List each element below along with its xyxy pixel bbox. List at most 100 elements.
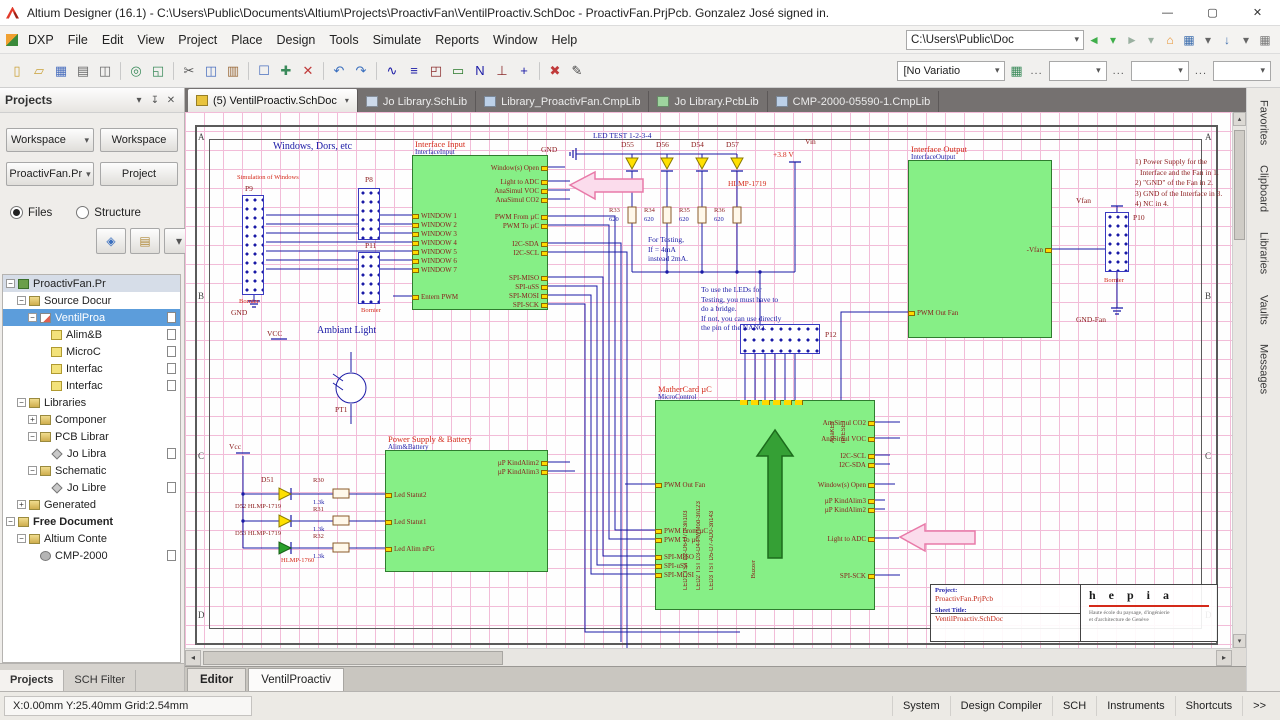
tree-item[interactable]: − VentilProa — [3, 309, 180, 326]
horizontal-scrollbar[interactable]: ◂ ▸ — [185, 648, 1232, 666]
part-value[interactable]: Bornier — [1104, 278, 1124, 285]
print-icon[interactable]: ▤ — [73, 61, 93, 81]
menu-item[interactable]: DXP — [21, 29, 61, 51]
toolbar-icon[interactable] — [248, 62, 249, 80]
scroll-right-icon[interactable]: ▸ — [1216, 650, 1232, 666]
sheet-entry[interactable]: WINDOW 4 — [412, 239, 457, 248]
scroll-up-icon[interactable]: ▴ — [1233, 112, 1246, 126]
menu-item[interactable]: File — [61, 29, 95, 51]
menu-item[interactable]: Tools — [322, 29, 365, 51]
designator[interactable]: R36 — [714, 208, 725, 215]
power-port-icon[interactable]: ⊥ — [492, 61, 512, 81]
tree-item[interactable]: MicroC — [3, 343, 180, 360]
designator[interactable]: P9 — [245, 185, 253, 193]
close-button[interactable]: ✕ — [1235, 0, 1280, 25]
sheet-symbol-interface-input[interactable]: Interface Input InterfaceInput WINDOW 1W… — [412, 155, 548, 310]
workspace-panel-icon[interactable]: ▦ — [1180, 31, 1198, 49]
sheet-entry[interactable]: µP KindAlim3 — [498, 468, 548, 477]
sheet-entry[interactable]: µP KindAlim3 — [825, 497, 875, 506]
designator[interactable]: D57 — [726, 141, 739, 149]
sheet-entry[interactable]: AnaSimul CO2 — [496, 196, 548, 205]
pencil-icon[interactable]: ✎ — [567, 61, 587, 81]
select-area-icon[interactable]: ☐ — [254, 61, 274, 81]
toolbar-combo-3[interactable] — [1213, 61, 1271, 81]
section-title[interactable]: Ambiant Light — [317, 326, 376, 336]
connector-p9[interactable] — [242, 195, 264, 295]
no-erc-icon[interactable]: ✖ — [545, 61, 565, 81]
sheet-symbol-power-supply[interactable]: Power Supply & Battery Alim&Battery Led … — [385, 450, 548, 572]
toolbar-icon[interactable] — [173, 62, 174, 80]
tree-expander-icon[interactable]: − — [17, 398, 26, 407]
panel-tab[interactable]: Messages — [1258, 344, 1270, 394]
net-label[interactable]: LED TEST 1-2-3-4 — [593, 132, 651, 140]
designator[interactable]: P8 — [365, 176, 373, 184]
toolbar-icon[interactable] — [376, 62, 377, 80]
designator[interactable]: P12 — [825, 331, 837, 339]
sheet-entry[interactable]: Light to ADC — [827, 535, 875, 544]
project-dropdown-button[interactable]: ProactivFan.Pr — [6, 162, 94, 186]
document-tab[interactable]: (5) VentilProactiv.SchDoc — [188, 89, 358, 112]
tree-expander-icon[interactable]: − — [6, 279, 15, 288]
part-value[interactable]: 620 — [714, 217, 724, 224]
project-button[interactable]: Project — [100, 162, 178, 186]
sheet-entry[interactable]: µP KindAlim2 — [498, 459, 548, 468]
tree-item[interactable]: − Schematic — [3, 462, 180, 479]
designator[interactable]: D55 — [621, 141, 634, 149]
bus-icon[interactable]: ≡ — [404, 61, 424, 81]
grid-icon[interactable]: ▦ — [1256, 31, 1274, 49]
maximize-button[interactable]: ▢ — [1190, 0, 1235, 25]
tree-item[interactable]: − Free Document — [3, 513, 180, 530]
power-label[interactable]: GND — [541, 146, 557, 154]
tree-item[interactable]: − Source Docur — [3, 292, 180, 309]
panel-bottom-tab[interactable]: SCH Filter — [64, 670, 136, 691]
sheet-entry[interactable]: PWM Out Fan — [908, 309, 958, 318]
designator[interactable]: R32 — [313, 534, 324, 541]
editor-tab[interactable]: Editor — [187, 668, 246, 691]
sheet-entry[interactable]: SPI-SCK — [513, 301, 548, 310]
back-icon[interactable]: ◄ — [1085, 31, 1103, 49]
print-preview-icon[interactable]: ◫ — [95, 61, 115, 81]
status-bar-button[interactable]: Shortcuts — [1175, 696, 1242, 716]
designator[interactable]: D54 — [691, 141, 704, 149]
part-value[interactable]: 620 — [609, 217, 619, 224]
part-value[interactable]: HLMP-1719 — [728, 180, 766, 188]
clear-filter-icon[interactable]: ✕ — [298, 61, 318, 81]
open-documents-icon[interactable]: ▤ — [130, 228, 160, 254]
panel-caret-icon[interactable]: ▾ — [1199, 31, 1217, 49]
sheet-entry[interactable]: Window(s) Open — [491, 164, 548, 173]
status-bar-button[interactable]: Design Compiler — [950, 696, 1052, 716]
tree-item[interactable]: Interfac — [3, 377, 180, 394]
menu-item[interactable]: Edit — [95, 29, 131, 51]
radio-files[interactable]: Files — [10, 206, 52, 219]
part-icon[interactable]: ◰ — [426, 61, 446, 81]
menu-item[interactable]: Place — [224, 29, 269, 51]
net-label-icon[interactable]: N — [470, 61, 490, 81]
radio-structure[interactable]: Structure — [76, 206, 141, 219]
sheet-entry[interactable]: SPI-MISO — [509, 274, 548, 283]
connector-p11[interactable] — [358, 252, 380, 304]
menu-item[interactable]: Reports — [428, 29, 486, 51]
connector-p10[interactable] — [1105, 212, 1129, 272]
editor-tab[interactable]: VentilProactiv — [248, 668, 344, 691]
sheet-entry[interactable]: Led Statut2 — [385, 491, 426, 500]
tree-expander-icon[interactable]: − — [28, 466, 37, 475]
sheet-entry[interactable]: WINDOW 3 — [412, 230, 457, 239]
back-caret-icon[interactable]: ▾ — [1104, 31, 1122, 49]
designator[interactable]: D52 HLMP-1719 — [235, 504, 281, 511]
tree-expander-icon[interactable]: − — [28, 313, 37, 322]
toolbar-overflow[interactable]: ... — [1113, 65, 1125, 77]
copy-icon[interactable]: ◫ — [201, 61, 221, 81]
tree-item[interactable]: + Componer — [3, 411, 180, 428]
workspace-dropdown-button[interactable]: Workspace — [6, 128, 94, 152]
junction-icon[interactable]: + — [514, 61, 534, 81]
zoom-area-icon[interactable]: ◱ — [148, 61, 168, 81]
scroll-left-icon[interactable]: ◂ — [185, 650, 201, 666]
download-icon[interactable]: ↓ — [1218, 31, 1236, 49]
link-documents-icon[interactable]: ◈ — [96, 228, 126, 254]
menu-item[interactable]: Help — [544, 29, 584, 51]
horizontal-scroll-thumb[interactable] — [203, 651, 503, 665]
part-value[interactable]: 1.3k — [313, 554, 324, 561]
sheet-entry[interactable]: AnaSimul VOC — [494, 187, 548, 196]
status-bar-button[interactable]: >> — [1242, 696, 1276, 716]
download-caret-icon[interactable]: ▾ — [1237, 31, 1255, 49]
